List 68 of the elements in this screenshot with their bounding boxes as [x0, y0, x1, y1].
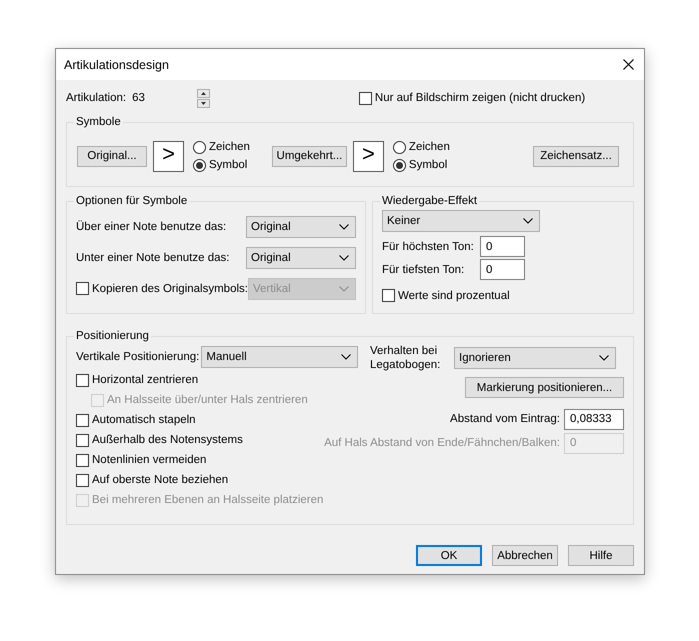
field-label: Für höchsten Ton:: [382, 240, 475, 252]
symbol-preview: >: [352, 140, 384, 172]
radio-button[interactable]: [193, 140, 206, 154]
chevron-icon: [523, 218, 533, 224]
spin-up-button[interactable]: [196, 88, 210, 98]
chevron-icon: [339, 254, 349, 260]
field-label: Unter einer Note benutze das:: [76, 252, 230, 264]
field-label: Abstand vom Eintrag:: [450, 413, 560, 425]
radio-label: Zeichen: [209, 141, 250, 153]
checkbox[interactable]: [76, 474, 89, 486]
symbol-button[interactable]: Original...: [77, 146, 147, 166]
radio-button[interactable]: [392, 140, 406, 154]
field-label: Verhalten bei Legatobogen:: [370, 344, 442, 372]
checkbox[interactable]: [382, 289, 395, 302]
dropdown[interactable]: Ignorieren: [454, 347, 616, 369]
checkbox-label: Notenlinien vermeiden: [92, 454, 206, 466]
input-field[interactable]: 0,08333: [564, 408, 624, 430]
checkbox[interactable]: [76, 374, 89, 386]
dialog-button[interactable]: Hilfe: [568, 545, 634, 566]
checkbox-label: Kopieren des Originalsymbols:: [92, 282, 248, 294]
checkbox-label: An Halsseite über/unter Hals zentrieren: [107, 394, 308, 406]
dialog-button[interactable]: Abbrechen: [492, 545, 558, 566]
checkbox-label: Außerhalb des Notensystems: [92, 434, 243, 446]
spin-down-button[interactable]: [196, 98, 210, 108]
field-label: Vertikale Positionierung:: [76, 351, 200, 363]
articulation-label: Artikulation:: [66, 92, 126, 104]
checkbox[interactable]: [76, 434, 89, 446]
dropdown[interactable]: Original: [246, 216, 356, 238]
chevron-icon: [341, 354, 351, 360]
radio-label: Symbol: [408, 159, 448, 171]
radio-button[interactable]: [193, 158, 206, 172]
dialog-button[interactable]: OK: [416, 545, 482, 566]
symbol-preview: >: [153, 140, 184, 172]
dropdown[interactable]: Original: [246, 246, 356, 268]
chevron-icon: [339, 286, 349, 292]
radio-label: Symbol: [209, 159, 248, 171]
checkbox-label: Auf oberste Note beziehen: [92, 474, 228, 486]
group-title: Optionen für Symbole: [76, 195, 188, 207]
close-icon[interactable]: [623, 59, 634, 70]
dropdown[interactable]: Keiner: [382, 210, 540, 232]
window-title: Artikulationsdesign: [64, 58, 169, 72]
input-field[interactable]: 0: [480, 236, 525, 257]
checkbox[interactable]: [76, 414, 89, 426]
down-arrow-icon: [200, 102, 206, 104]
font-button[interactable]: Zeichensatz...: [533, 146, 619, 166]
field-label: Für tiefsten Ton:: [382, 264, 466, 276]
checkbox[interactable]: [358, 92, 372, 104]
group-title: Wiedergabe-Effekt: [382, 195, 478, 207]
checkbox-label: Horizontal zentrieren: [92, 374, 198, 386]
chevron-icon: [339, 224, 349, 230]
checkbox-label: Nur auf Bildschirm zeigen (nicht drucken): [374, 92, 586, 104]
up-arrow-icon: [200, 92, 206, 94]
group-title: Positionierung: [76, 330, 149, 342]
checkbox-label: Automatisch stapeln: [92, 414, 196, 426]
field-label: Auf Hals Abstand von Ende/Fähnchen/Balken:: [324, 437, 560, 449]
articulation-number: 63: [132, 92, 145, 104]
position-mark-button[interactable]: Markierung positionieren...: [465, 377, 624, 398]
chevron-icon: [599, 355, 609, 361]
radio-button[interactable]: [392, 158, 406, 172]
field-label: Über einer Note benutze das:: [76, 220, 226, 232]
input-field[interactable]: 0: [480, 259, 525, 280]
group-title: Symbole: [76, 116, 121, 128]
checkbox-label: Bei mehreren Ebenen an Halsseite platzieren: [92, 494, 324, 506]
symbol-button[interactable]: Umgekehrt...: [272, 146, 347, 166]
dropdown[interactable]: Manuell: [201, 346, 358, 368]
radio-label: Zeichen: [408, 141, 450, 153]
checkbox[interactable]: [76, 454, 89, 466]
checkbox-label: Werte sind prozentual: [398, 290, 510, 302]
